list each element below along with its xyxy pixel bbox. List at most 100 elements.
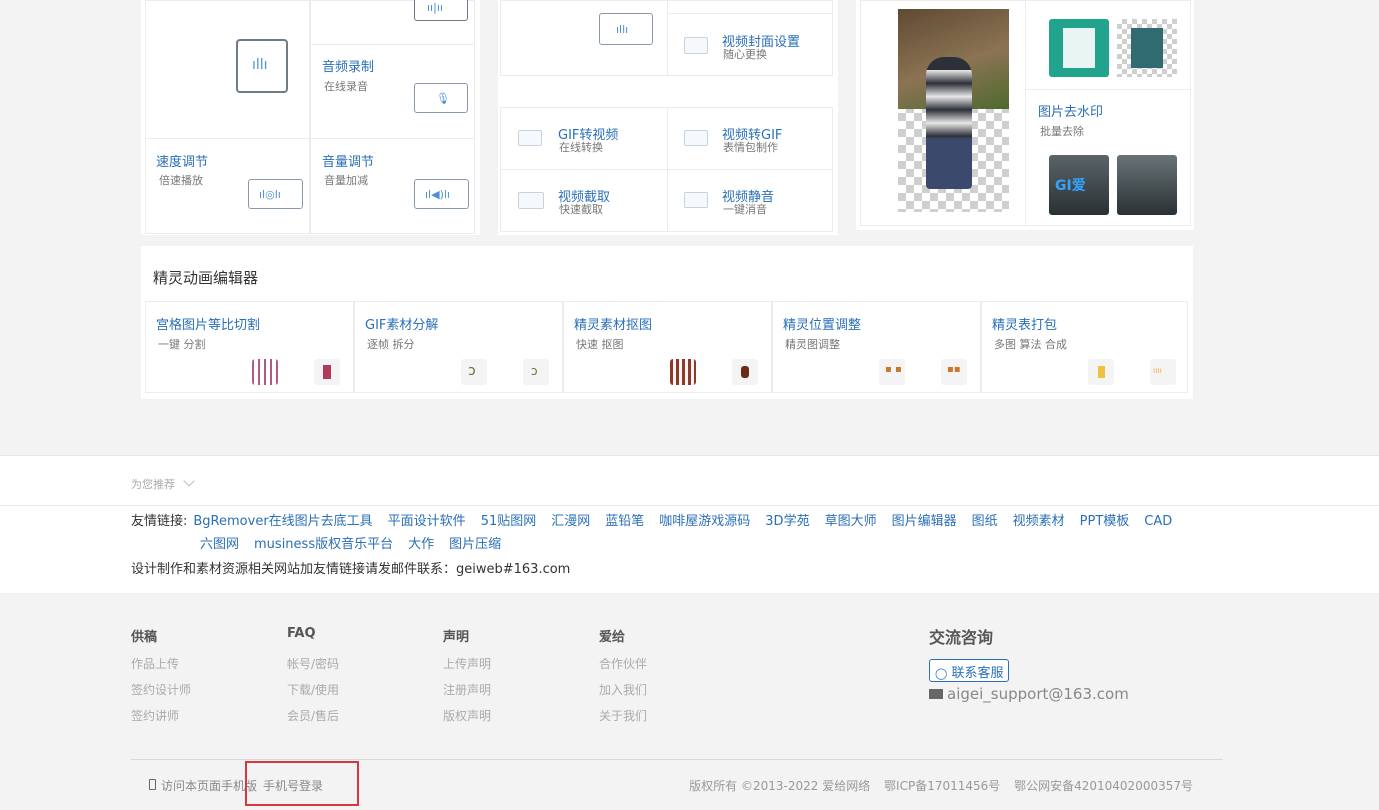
contact-service-button[interactable]: ◯ 联系客服 xyxy=(929,659,1010,682)
friend-link[interactable]: musiness版权音乐平台 xyxy=(254,537,393,552)
recommend-toggle[interactable]: 为您推荐 xyxy=(131,475,195,492)
tool-subtitle: 音量加减 xyxy=(324,174,368,187)
tool-watermark-remove[interactable]: 图片去水印 批量去除 GI爱 xyxy=(1025,89,1191,226)
child-photo xyxy=(898,9,1009,212)
footer-link[interactable]: 帐号/密码 xyxy=(287,655,339,672)
footer-column-heading: 声明 xyxy=(443,630,470,645)
tool-subtitle: 快速截取 xyxy=(559,203,603,216)
contact-heading: 交流咨询 xyxy=(929,628,994,647)
video-audio-icon: ıllı xyxy=(599,13,653,45)
tool-sprite-cutout[interactable]: 精灵素材抠图 快速 抠图 xyxy=(563,301,772,393)
gif-frame-thumb: ↄ xyxy=(523,359,549,385)
friend-links: 友情链接: BgRemover在线图片去底工具 平面设计软件 51贴图网 汇漫网 蓝铅笔咖… xyxy=(131,510,1231,577)
tool-volume[interactable]: 音量调节 音量加减 ıl◀)lı xyxy=(310,138,475,234)
tool-remove-bg[interactable] xyxy=(860,0,1026,226)
recommend-label: 为您推荐 xyxy=(131,478,175,491)
video-top-card[interactable] xyxy=(667,0,833,14)
friend-link[interactable]: CAD xyxy=(1144,514,1172,529)
footer-link[interactable]: 下载/使用 xyxy=(287,681,339,698)
tool-audio-record[interactable]: 音频录制 在线录音 🎙 xyxy=(310,44,475,139)
footer-link[interactable]: 作品上传 xyxy=(131,655,179,672)
section-heading: 精灵动画编辑器 xyxy=(153,269,259,287)
tool-video-to-gif[interactable]: 视频转GIF 表情包制作 xyxy=(667,107,833,170)
icp-link[interactable]: 鄂ICP备17011456号 xyxy=(884,779,1000,793)
position-after-thumb: ▪▪ xyxy=(941,359,967,385)
footer-link[interactable]: 上传声明 xyxy=(443,655,491,672)
friend-link[interactable]: 大作 xyxy=(408,537,434,552)
tool-video-cover[interactable]: 视频封面设置 随心更换 xyxy=(667,13,833,76)
image-icon xyxy=(684,37,708,54)
footer-link[interactable]: 注册声明 xyxy=(443,681,491,698)
tool-title: 精灵位置调整 xyxy=(783,318,862,333)
tool-speed[interactable]: 速度调节 倍速播放 ıl◎lı xyxy=(145,138,310,234)
tool-subtitle: 倍速播放 xyxy=(159,174,203,187)
friend-link[interactable]: 图片编辑器 xyxy=(892,514,957,529)
cutout-result-thumb xyxy=(732,359,758,385)
audio-wave-icon: ıı|ıı xyxy=(414,0,468,21)
copyright-text: 版权所有 ©2013-2022 爱给网络 xyxy=(689,779,871,793)
audio-feature-card[interactable]: ıllı xyxy=(145,0,310,139)
footer-link[interactable]: 合作伙伴 xyxy=(599,655,647,672)
footer-link[interactable]: 关于我们 xyxy=(599,707,647,724)
friend-link[interactable]: 六图网 xyxy=(200,537,239,552)
footer-link[interactable]: 会员/售后 xyxy=(287,707,339,724)
service-label: 联系客服 xyxy=(951,666,1004,681)
calendar-color-thumb xyxy=(1049,19,1109,77)
email-text: aigei_support@163.com xyxy=(947,685,1129,703)
tool-title: 音量调节 xyxy=(322,155,375,170)
video-feature-card[interactable]: ıllı xyxy=(500,0,668,76)
tool-gif-to-video[interactable]: GIF转视频 在线转换 xyxy=(500,107,668,170)
friend-link[interactable]: 蓝铅笔 xyxy=(605,514,644,529)
tool-grid-slice[interactable]: 宫格图片等比切割 一键 分割 xyxy=(145,301,354,393)
friend-link[interactable]: PPT模板 xyxy=(1080,514,1130,529)
tool-title: 速度调节 xyxy=(156,155,209,170)
friend-link[interactable]: 草图大师 xyxy=(825,514,877,529)
microphone-icon: 🎙 xyxy=(414,83,468,113)
tool-subtitle: 一键 分割 xyxy=(158,338,206,351)
recommend-divider xyxy=(0,505,1379,506)
gif-icon xyxy=(518,130,542,146)
tool-subtitle: 一键消音 xyxy=(723,203,767,216)
tool-subtitle: 精灵图调整 xyxy=(785,338,840,351)
friend-link[interactable]: 平面设计软件 xyxy=(388,514,466,529)
tool-video-clip[interactable]: 视频截取 快速截取 xyxy=(500,169,668,232)
links-band: 为您推荐 友情链接: BgRemover在线图片去底工具 平面设计软件 51贴图网 汇漫… xyxy=(0,455,1379,593)
tool-video-mute[interactable]: 视频静音 一键消音 xyxy=(667,169,833,232)
friend-link[interactable]: 视频素材 xyxy=(1013,514,1065,529)
tool-title: 精灵表打包 xyxy=(992,318,1058,333)
footer-link[interactable]: 签约讲师 xyxy=(131,707,179,724)
pack-single-thumb xyxy=(1088,359,1114,385)
position-before-thumb: ▪ ▪ xyxy=(879,359,905,385)
mail-icon xyxy=(929,689,943,699)
friend-link[interactable]: 图片压缩 xyxy=(449,537,501,552)
image-feature-card[interactable] xyxy=(1025,0,1191,90)
friend-link[interactable]: BgRemover在线图片去底工具 xyxy=(193,514,372,529)
sprite-single-thumb xyxy=(314,359,340,385)
chevron-down-icon xyxy=(182,475,195,487)
mute-icon xyxy=(684,192,708,208)
chat-bubble-icon: ◯ xyxy=(935,667,948,680)
footer: 供稿 作品上传 签约设计师 签约讲师 FAQ 帐号/密码 下载/使用 会员/售后 声明 上传声明注… xyxy=(0,593,1379,810)
friend-link[interactable]: 51贴图网 xyxy=(481,514,537,529)
footer-link[interactable]: 签约设计师 xyxy=(131,681,191,698)
tool-gif-decompose[interactable]: GIF素材分解 逐帧 拆分 ↄ ↄ xyxy=(354,301,563,393)
speed-gauge-icon: ıl◎lı xyxy=(248,179,303,209)
footer-link[interactable]: 版权声明 xyxy=(443,707,491,724)
friend-link[interactable]: 咖啡屋游戏源码 xyxy=(659,514,750,529)
friend-link[interactable]: 3D学苑 xyxy=(765,514,809,529)
tool-sprite-pack[interactable]: 精灵表打包 多图 算法 合成 ıııı xyxy=(981,301,1188,393)
footer-column-heading: 供稿 xyxy=(131,630,158,645)
footer-link[interactable]: 加入我们 xyxy=(599,681,647,698)
police-link[interactable]: 鄂公网安备42010402000357号 xyxy=(1014,779,1193,793)
friend-link[interactable]: 汇漫网 xyxy=(551,514,590,529)
mobile-version-link[interactable]: 访问本页面手机版 xyxy=(149,777,257,794)
friend-link[interactable]: 图纸 xyxy=(972,514,998,529)
mobile-label: 访问本页面手机版 xyxy=(161,779,258,793)
tool-subtitle: 在线转换 xyxy=(559,141,603,154)
audio-top-card[interactable]: ıı|ıı xyxy=(310,0,475,45)
friend-links-label: 友情链接: xyxy=(131,514,188,529)
tool-title: 音频录制 xyxy=(322,60,375,75)
tool-sprite-position[interactable]: 精灵位置调整 精灵图调整 ▪ ▪ ▪▪ xyxy=(772,301,981,393)
audio-convert-icon: ıllı xyxy=(236,39,288,93)
contact-email[interactable]: aigei_support@163.com xyxy=(929,685,1129,703)
